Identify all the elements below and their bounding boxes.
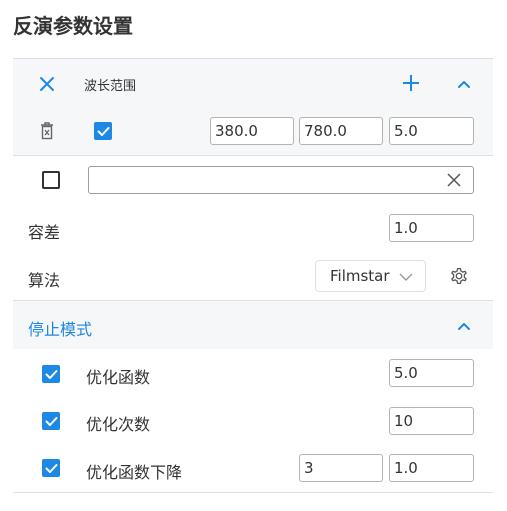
algorithm-settings-button[interactable] bbox=[447, 264, 471, 288]
stop-item-checkbox[interactable] bbox=[42, 365, 60, 383]
chevron-down-icon bbox=[399, 273, 413, 281]
close-icon bbox=[40, 77, 54, 91]
tolerance-input[interactable]: 1.0 bbox=[389, 214, 474, 242]
stop-item-value1-input[interactable]: 3 bbox=[299, 454, 383, 482]
remove-wavelength-button[interactable] bbox=[35, 72, 59, 96]
filter-checkbox[interactable] bbox=[42, 171, 60, 189]
wavelength-range-label: 波长范围 bbox=[84, 79, 137, 94]
collapse-wavelength-button[interactable] bbox=[452, 72, 476, 96]
stop-item-label: 优化函数 bbox=[86, 368, 151, 387]
add-wavelength-button[interactable] bbox=[399, 71, 423, 95]
stop-item-label: 优化函数下降 bbox=[86, 463, 183, 482]
collapse-stop-mode-button[interactable] bbox=[452, 314, 476, 338]
filter-input[interactable] bbox=[88, 166, 474, 194]
wavelength-end-input[interactable]: 780.0 bbox=[299, 117, 383, 145]
stop-item-value-input[interactable]: 10 bbox=[389, 407, 474, 435]
clear-icon bbox=[447, 173, 461, 187]
stop-item-label: 优化次数 bbox=[86, 415, 151, 434]
check-icon bbox=[45, 463, 57, 473]
chevron-up-icon bbox=[458, 81, 470, 88]
algorithm-label: 算法 bbox=[28, 271, 61, 290]
stop-item-checkbox[interactable] bbox=[42, 412, 60, 430]
check-icon bbox=[45, 369, 57, 379]
divider bbox=[13, 58, 493, 59]
divider bbox=[13, 155, 493, 156]
wavelength-step-input[interactable]: 5.0 bbox=[389, 117, 474, 145]
clear-filter-button[interactable] bbox=[444, 170, 464, 190]
stop-item-value2-input[interactable]: 1.0 bbox=[389, 454, 474, 482]
delete-wavelength-button[interactable] bbox=[37, 120, 57, 142]
algorithm-selected: Filmstar bbox=[330, 267, 390, 285]
stop-mode-title: 停止模式 bbox=[28, 320, 93, 339]
wavelength-enabled-checkbox[interactable] bbox=[94, 122, 112, 140]
page-title: 反演参数设置 bbox=[13, 14, 133, 38]
algorithm-select[interactable]: Filmstar bbox=[315, 260, 426, 292]
trash-icon bbox=[41, 122, 53, 140]
wavelength-start-input[interactable]: 380.0 bbox=[210, 117, 294, 145]
check-icon bbox=[97, 126, 109, 136]
divider bbox=[13, 492, 493, 493]
plus-icon bbox=[403, 75, 419, 91]
stop-item-value-input[interactable]: 5.0 bbox=[389, 359, 474, 387]
chevron-up-icon bbox=[458, 323, 470, 330]
check-icon bbox=[45, 416, 57, 426]
stop-item-checkbox[interactable] bbox=[42, 459, 60, 477]
gear-icon bbox=[451, 268, 467, 284]
tolerance-label: 容差 bbox=[28, 223, 61, 242]
